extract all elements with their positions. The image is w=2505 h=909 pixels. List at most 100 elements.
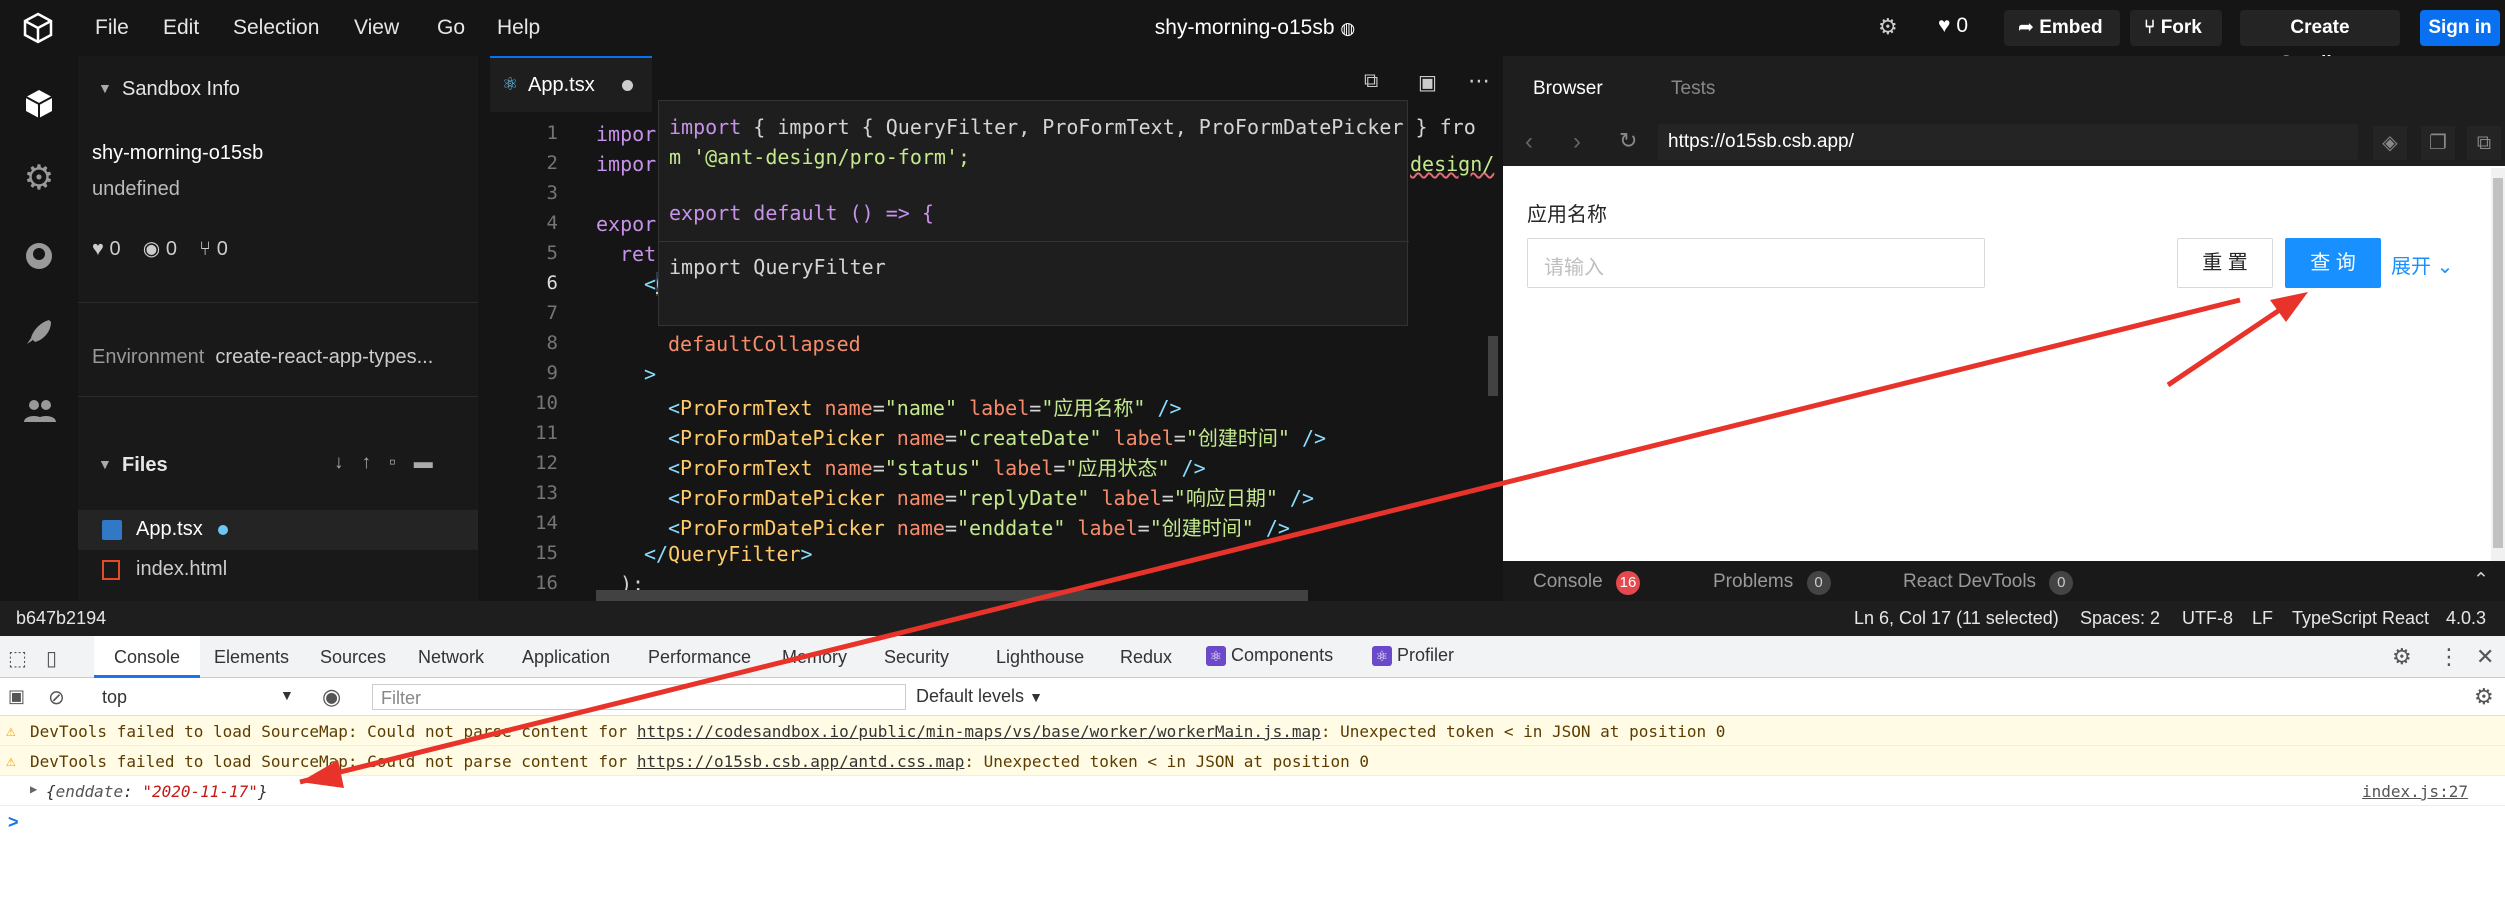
devtools-tab-profiler[interactable]: ⚛ Profiler	[1372, 645, 1454, 666]
problems-tab[interactable]: Problems 0	[1713, 571, 1831, 595]
back-icon[interactable]: ‹	[1525, 128, 1533, 156]
code-line-15[interactable]: </QueryFilter>	[644, 542, 813, 566]
encoding[interactable]: UTF-8	[2182, 608, 2233, 629]
sandbox-info-icon[interactable]	[19, 84, 59, 124]
code-line-14[interactable]: <ProFormDatePicker name="enddate" label=…	[668, 512, 1290, 541]
devtools-tab-components[interactable]: ⚛ Components	[1206, 645, 1333, 666]
more-options-icon[interactable]: ⋮	[2438, 644, 2460, 670]
reset-button[interactable]: 重 置	[2177, 238, 2273, 288]
source-map-link[interactable]: https://codesandbox.io/public/min-maps/v…	[637, 722, 1321, 741]
responsive-icon[interactable]: ◈	[2373, 126, 2407, 160]
console-log-entry[interactable]: ▶ {enddate: "2020-11-17"} index.js:27	[0, 776, 2505, 806]
tab-browser[interactable]: Browser	[1533, 78, 1603, 100]
fork-button[interactable]: ⑂ Fork	[2130, 10, 2222, 46]
copy-icon[interactable]: ⧉	[2467, 126, 2501, 160]
menu-help[interactable]: Help	[497, 16, 540, 40]
caret-down-icon[interactable]: ▼	[98, 456, 112, 472]
inspect-element-icon[interactable]: ⬚	[8, 646, 27, 671]
react-devtools-tab[interactable]: React DevTools 0	[1903, 571, 2074, 595]
cursor-position[interactable]: Ln 6, Col 17 (11 selected)	[1854, 608, 2059, 629]
code-line-12[interactable]: <ProFormText name="status" label="应用状态" …	[668, 452, 1206, 481]
horizontal-scrollbar[interactable]	[596, 590, 1308, 601]
devtools-tab-redux[interactable]: Redux	[1120, 647, 1172, 668]
devtools-tab-sources[interactable]: Sources	[320, 647, 386, 668]
devtools-tab-application[interactable]: Application	[522, 647, 610, 668]
settings-gear-icon[interactable]: ⚙	[19, 158, 59, 198]
vertical-scrollbar[interactable]	[1488, 336, 1498, 396]
context-select[interactable]: top ▼	[94, 684, 298, 710]
more-options-icon[interactable]: ⋯	[1468, 68, 1490, 94]
unsaved-dot-icon[interactable]	[622, 80, 633, 91]
devtools-tab-memory[interactable]: Memory	[782, 647, 847, 668]
code-line-9[interactable]: >	[644, 362, 656, 386]
live-users-icon[interactable]	[19, 390, 59, 430]
menu-file[interactable]: File	[95, 16, 129, 40]
code-line-2[interactable]: impor	[596, 152, 656, 176]
code-line-8[interactable]: defaultCollapsed	[668, 332, 861, 356]
forward-icon[interactable]: ›	[1573, 128, 1581, 156]
split-view-icon[interactable]: ⧉	[1364, 70, 1378, 93]
console-settings-icon[interactable]: ⚙	[2474, 684, 2494, 710]
source-map-link[interactable]: https://o15sb.csb.app/antd.css.map	[637, 752, 965, 771]
new-window-icon[interactable]: ❐	[2421, 126, 2455, 160]
log-source-link[interactable]: index.js:27	[2362, 782, 2468, 801]
embed-button[interactable]: ➦ Embed	[2004, 10, 2120, 46]
query-button[interactable]: 查 询	[2285, 238, 2381, 288]
menu-selection[interactable]: Selection	[233, 16, 319, 40]
download-icon[interactable]: ↓	[334, 452, 362, 473]
code-line-1[interactable]: impor	[596, 122, 656, 146]
devtools-tab-elements[interactable]: Elements	[214, 647, 289, 668]
preview-icon[interactable]: ▣	[1418, 70, 1437, 95]
devtools-tab-console[interactable]: Console	[94, 636, 201, 678]
tab-app-tsx[interactable]: ⚛ App.tsx	[490, 56, 652, 112]
log-levels-dropdown[interactable]: Default levels ▼	[916, 686, 1043, 707]
commit-hash[interactable]: b647b2194	[16, 608, 106, 629]
menu-edit[interactable]: Edit	[163, 16, 199, 40]
show-sidebar-icon[interactable]: ▣	[8, 686, 25, 707]
code-line-13[interactable]: <ProFormDatePicker name="replyDate" labe…	[668, 482, 1314, 511]
eye-icon[interactable]: ◉	[322, 684, 341, 710]
console-tab[interactable]: Console 16	[1533, 571, 1640, 595]
sandbox-description[interactable]: undefined	[92, 178, 180, 201]
code-line-10[interactable]: <ProFormText name="name" label="应用名称" />	[668, 392, 1182, 421]
device-toolbar-icon[interactable]: ▯	[46, 646, 57, 671]
url-bar[interactable]: https://o15sb.csb.app/	[1658, 124, 2358, 160]
refresh-icon[interactable]: ↻	[1619, 128, 1637, 154]
language-mode[interactable]: TypeScript React	[2292, 608, 2429, 629]
code-line-5[interactable]: ret	[620, 242, 656, 266]
line-ending[interactable]: LF	[2252, 608, 2273, 629]
devtools-tab-lighthouse[interactable]: Lighthouse	[996, 647, 1084, 668]
chevron-up-icon[interactable]: ⌃	[2473, 569, 2489, 592]
file-item[interactable]: index.html	[78, 550, 478, 590]
devtools-tab-network[interactable]: Network	[418, 647, 484, 668]
console-prompt[interactable]: >	[8, 812, 19, 833]
gear-icon[interactable]: ⚙	[1878, 14, 1898, 40]
sandbox-title[interactable]: shy-morning-o15sb ◍	[1040, 16, 1470, 40]
clear-console-icon[interactable]: ⊘	[48, 685, 65, 710]
devtools-settings-icon[interactable]: ⚙	[2392, 644, 2412, 670]
menu-go[interactable]: Go	[437, 16, 465, 40]
codesandbox-logo-icon[interactable]	[22, 12, 54, 44]
code-line-4[interactable]: expor	[596, 212, 656, 236]
ts-version[interactable]: 4.0.3	[2446, 608, 2486, 629]
app-name-input[interactable]: 请输入	[1527, 238, 1985, 288]
create-sandbox-button[interactable]: Create Sandbox	[2240, 10, 2400, 74]
new-folder-icon[interactable]: ▬	[414, 452, 451, 473]
rocket-deploy-icon[interactable]	[19, 312, 59, 352]
scrollbar-thumb[interactable]	[2493, 178, 2503, 548]
sandbox-info-header[interactable]: Sandbox Info	[122, 78, 240, 101]
console-filter-input[interactable]: Filter	[372, 684, 906, 710]
menu-view[interactable]: View	[354, 16, 399, 40]
code-line-11[interactable]: <ProFormDatePicker name="createDate" lab…	[668, 422, 1326, 451]
devtools-tab-security[interactable]: Security	[884, 647, 949, 668]
file-item[interactable]: App.tsx	[78, 510, 478, 550]
expand-triangle-icon[interactable]: ▶	[30, 782, 37, 796]
upload-icon[interactable]: ↑	[362, 452, 390, 473]
sign-in-button[interactable]: Sign in	[2420, 10, 2500, 46]
github-icon[interactable]	[19, 236, 59, 276]
tab-tests[interactable]: Tests	[1671, 78, 1715, 100]
like-button[interactable]: ♥ 0	[1938, 14, 1968, 38]
scrollbar-track[interactable]	[2491, 168, 2505, 561]
new-file-icon[interactable]: ▫	[389, 452, 414, 473]
files-header[interactable]: Files	[122, 454, 168, 477]
